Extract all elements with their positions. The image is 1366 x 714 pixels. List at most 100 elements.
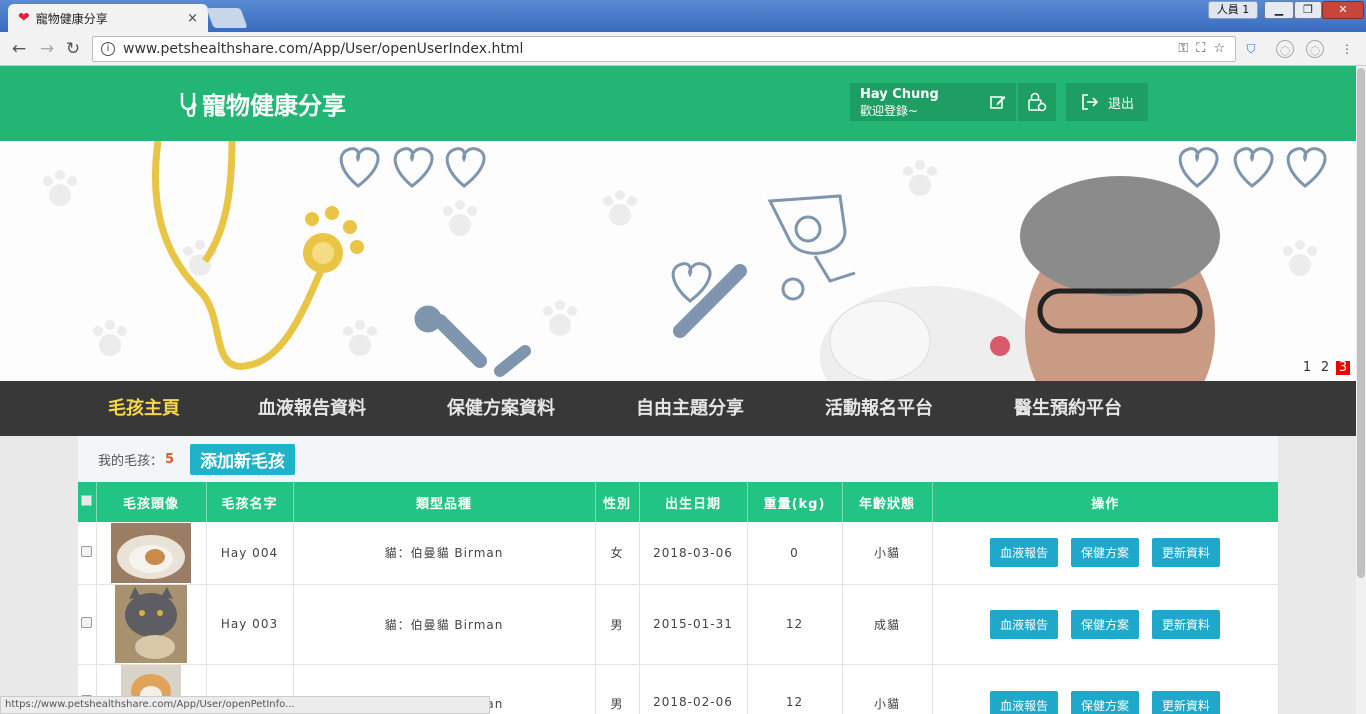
forward-icon[interactable]: →: [36, 38, 58, 60]
hero-banner: 1 2 3: [0, 141, 1356, 381]
nav-item-blood-report[interactable]: 血液報告資料: [258, 381, 366, 436]
browser-status-bar: https://www.petshealthshare.com/App/User…: [0, 696, 490, 714]
health-plan-button[interactable]: 保健方案: [1070, 609, 1139, 639]
back-icon[interactable]: ←: [8, 38, 30, 60]
column-header: 毛孩頭像: [96, 482, 207, 522]
profile-badge[interactable]: 人員 1: [1208, 1, 1258, 19]
health-plan-button[interactable]: 保健方案: [1070, 690, 1139, 714]
update-info-button[interactable]: 更新資料: [1151, 609, 1220, 639]
slide-dot[interactable]: 1: [1300, 361, 1314, 375]
row-checkbox[interactable]: [81, 617, 93, 628]
nav-item-vet-booking[interactable]: 醫生預約平台: [1014, 381, 1122, 436]
username: Hay Chung: [860, 87, 939, 102]
column-header: 出生日期: [639, 482, 748, 522]
window-close-button[interactable]: ✕: [1322, 1, 1364, 19]
browser-toolbar: ← → ↻ i www.petshealthshare.com/App/User…: [0, 32, 1366, 66]
slide-dot[interactable]: 2: [1318, 361, 1332, 375]
url-text: www.petshealthshare.com/App/User/openUse…: [123, 41, 524, 57]
logout-label: 退出: [1107, 96, 1134, 112]
nav-item-free-topic[interactable]: 自由主題分享: [636, 381, 744, 436]
column-header: 重量(kg): [747, 482, 843, 522]
maximize-button[interactable]: ❐: [1294, 1, 1322, 19]
tab-title: 寵物健康分享: [35, 11, 108, 26]
main-navigation: 毛孩主頁 血液報告資料 保健方案資料 自由主題分享 活動報名平台 醫生預約平台: [0, 381, 1356, 436]
account-settings-button[interactable]: [1018, 83, 1056, 121]
pet-photo[interactable]: [115, 585, 187, 663]
pet-birth-date: 2018-03-06: [639, 522, 748, 585]
pet-count-label: 我的毛孩：: [98, 453, 164, 469]
browser-tab[interactable]: ❤ 寵物健康分享 ×: [8, 4, 208, 32]
pet-breed: 貓：伯曼貓 Birman: [293, 584, 596, 665]
blood-report-button[interactable]: 血液報告: [990, 538, 1059, 568]
site-logo[interactable]: 寵物健康分享: [178, 86, 346, 121]
nav-item-health-plan[interactable]: 保健方案資料: [447, 381, 555, 436]
update-info-button[interactable]: 更新資料: [1151, 538, 1220, 568]
edit-icon: [990, 96, 1006, 109]
blood-report-button[interactable]: 血液報告: [990, 609, 1059, 639]
column-header: 性別: [595, 482, 640, 522]
pet-weight: 12: [747, 584, 843, 665]
pet-count: 5: [165, 451, 175, 467]
bookmark-star-icon[interactable]: ☆: [1213, 41, 1225, 56]
tab-close-icon[interactable]: ×: [187, 11, 198, 26]
lock-gear-icon: [1028, 92, 1047, 112]
pet-summary-bar: 我的毛孩： 5 添加新毛孩: [78, 436, 1278, 482]
nav-item-pet-home[interactable]: 毛孩主頁: [108, 381, 180, 436]
translate-icon[interactable]: ⛶: [1196, 41, 1205, 56]
reload-icon[interactable]: ↻: [62, 38, 84, 60]
pet-age-status: 小貓: [842, 522, 933, 585]
column-header: 類型品種: [293, 482, 596, 522]
pet-birth-date: 2018-02-06: [639, 664, 748, 714]
stethoscope-icon: [180, 92, 197, 117]
pet-name: Hay 003: [206, 584, 294, 665]
logout-icon: [1082, 94, 1099, 110]
minimize-button[interactable]: ▁: [1264, 1, 1294, 19]
edit-profile-button[interactable]: [980, 83, 1016, 121]
site-info-icon[interactable]: i: [101, 42, 115, 56]
health-plan-button[interactable]: 保健方案: [1070, 538, 1139, 568]
slide-pagination: 1 2 3: [1300, 361, 1350, 375]
extension-icon[interactable]: ◌: [1306, 40, 1324, 58]
slide-dot-active[interactable]: 3: [1336, 361, 1350, 375]
row-actions: 血液報告 保健方案 更新資料: [932, 664, 1279, 714]
page-scrollbar[interactable]: [1356, 66, 1366, 714]
pet-photo[interactable]: [111, 522, 191, 583]
pet-name: Hay 004: [206, 522, 294, 585]
logout-button[interactable]: 退出: [1066, 83, 1148, 121]
update-info-button[interactable]: 更新資料: [1151, 690, 1220, 714]
row-select-cell: [78, 584, 97, 665]
menu-kebab-icon[interactable]: ⋮: [1338, 40, 1356, 58]
pet-gender: 男: [595, 584, 640, 665]
table-row: Hay 003 貓：伯曼貓 Birman 男 2015-01-31 12 成貓 …: [78, 584, 1279, 665]
pet-weight: 12: [747, 664, 843, 714]
window-titlebar: ❤ 寵物健康分享 × 人員 1 ▁ ❐ ✕: [0, 0, 1366, 32]
extension-icon[interactable]: ◌: [1276, 40, 1294, 58]
blood-report-button[interactable]: 血液報告: [990, 690, 1059, 714]
row-actions: 血液報告 保健方案 更新資料: [932, 522, 1279, 585]
logo-text: 寵物健康分享: [202, 92, 346, 120]
heart-favicon-icon: ❤: [18, 10, 30, 26]
pet-gender: 女: [595, 522, 640, 585]
new-tab-button[interactable]: [206, 8, 248, 28]
row-checkbox[interactable]: [81, 545, 93, 557]
pet-breed: 貓：伯曼貓 Birman: [293, 522, 596, 585]
nav-item-events[interactable]: 活動報名平台: [825, 381, 933, 436]
pet-table: 毛孩頭像 毛孩名字 類型品種 性別 出生日期 重量(kg) 年齡狀態 操作 Ha…: [78, 482, 1279, 714]
pet-birth-date: 2015-01-31: [639, 584, 748, 665]
pet-photo-cell: [96, 584, 207, 665]
scrollbar-thumb[interactable]: [1357, 68, 1365, 578]
address-bar[interactable]: i www.petshealthshare.com/App/User/openU…: [92, 36, 1236, 62]
key-icon[interactable]: ⚿: [1178, 41, 1188, 56]
pet-weight: 0: [747, 522, 843, 585]
table-header-row: 毛孩頭像 毛孩名字 類型品種 性別 出生日期 重量(kg) 年齡狀態 操作: [78, 482, 1278, 522]
row-actions: 血液報告 保健方案 更新資料: [932, 584, 1279, 665]
pet-age-status: 小貓: [842, 664, 933, 714]
table-row: Hay 004 貓：伯曼貓 Birman 女 2018-03-06 0 小貓 血…: [78, 522, 1279, 585]
pet-list-panel: 我的毛孩： 5 添加新毛孩 毛孩頭像 毛孩名字 類型品種 性別 出生日期 重量(…: [78, 436, 1279, 714]
column-header: 毛孩名字: [206, 482, 294, 522]
pet-gender: 男: [595, 664, 640, 714]
select-all-checkbox[interactable]: [81, 494, 93, 506]
select-all-cell: [78, 482, 97, 522]
add-pet-button[interactable]: 添加新毛孩: [190, 443, 296, 475]
shield-extension-icon[interactable]: ⛉: [1242, 40, 1260, 58]
